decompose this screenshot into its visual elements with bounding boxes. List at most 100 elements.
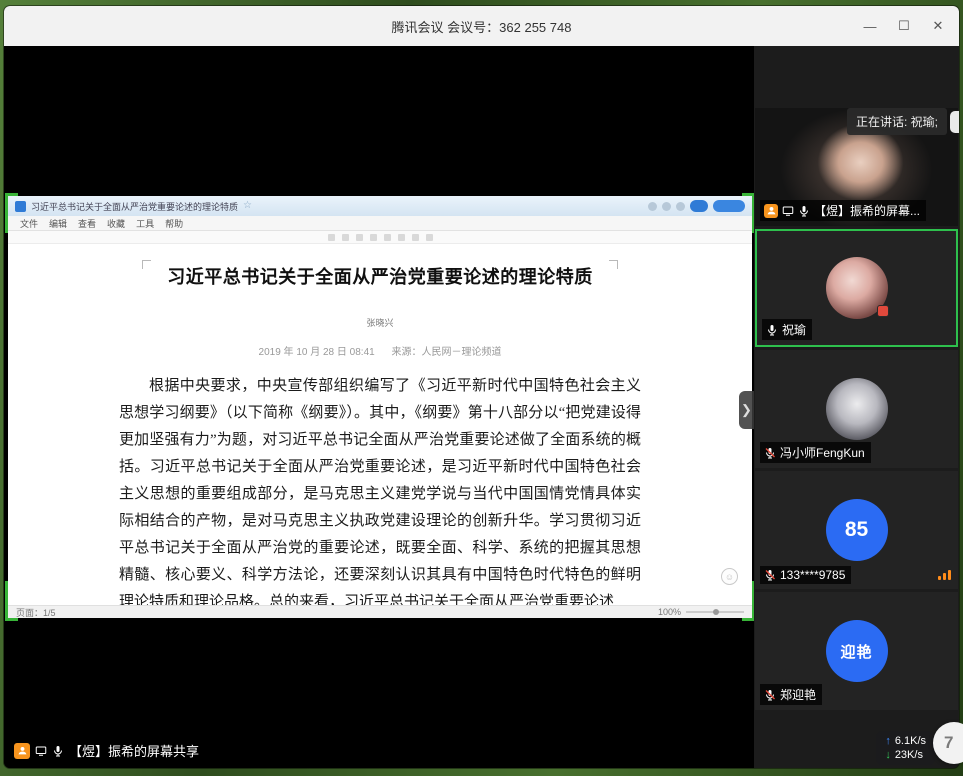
participant-avatar [826, 378, 888, 440]
mic-muted-icon [764, 447, 776, 459]
participant-tile[interactable]: 85 133****9785 [755, 471, 958, 589]
menu-item: 编辑 [49, 217, 67, 230]
zoom-controls: 100% [658, 607, 744, 617]
crop-mark [609, 260, 618, 269]
doc-source: 来源：人民网－理论频道 [391, 347, 501, 358]
window-title: 腾讯会议 会议号：362 255 748 [392, 17, 572, 36]
mic-muted-icon [764, 689, 776, 701]
network-signal-icon [938, 570, 951, 580]
screenshare-icon [35, 745, 47, 757]
participant-name-label: 冯小师FengKun [760, 442, 871, 463]
participant-name: 冯小师FengKun [780, 444, 865, 461]
remote-format-toolbar [8, 231, 752, 244]
capture-corner-bracket [5, 193, 18, 233]
browser-extension-icon [676, 202, 685, 211]
close-button[interactable]: ✕ [921, 6, 955, 46]
menu-item: 文件 [20, 217, 38, 230]
crop-mark [142, 260, 151, 269]
panel-spacer [754, 46, 959, 108]
upload-arrow-icon: ↑ [885, 736, 891, 747]
toolbar-icon [412, 234, 419, 241]
doc-body-text: 根据中央要求，中央宣传部组织编写了《习近平新时代中国特色社会主义思想学习纲要》（… [119, 373, 641, 605]
avatar-initials: 迎艳 [840, 641, 872, 662]
camera-off-indicator-icon [877, 305, 889, 317]
panel-collapse-button[interactable]: ❯ [739, 391, 754, 429]
participant-tile[interactable]: 迎艳 郑迎艳 [755, 592, 958, 710]
browser-extension-icon [648, 202, 657, 211]
document-content: 习近平总书记关于全面从严治党重要论述的理论特质 张晓兴 2019 年 10 月 … [119, 244, 641, 605]
participant-name-label: 133****9785 [760, 566, 851, 584]
upload-stat: ↑ 6.1K/s [885, 735, 926, 747]
toolbar-icon [398, 234, 405, 241]
participant-name: 133****9785 [780, 568, 845, 582]
participant-tile[interactable]: 祝瑜 [755, 229, 958, 347]
participant-name: 郑迎艳 [780, 686, 816, 703]
participant-name-label: 祝瑜 [762, 319, 812, 340]
doc-date: 2019 年 10 月 28 日 08:41 [259, 347, 375, 358]
zoom-level: 100% [658, 607, 681, 617]
remote-statusbar: 页面：1/5 100% [8, 605, 752, 618]
browser-action-button [690, 200, 708, 212]
speaking-tooltip: 正在讲话: 祝瑜; [847, 108, 947, 135]
tooltip-edge-pill[interactable] [950, 111, 959, 133]
main-area: 习近平总书记关于全面从严治党重要论述的理论特质 ☆ 文件 编辑 查看 收藏 工具… [4, 46, 959, 768]
participant-tile[interactable]: 冯小师FengKun [755, 350, 958, 468]
page-indicator: 页面：1/5 [16, 606, 56, 619]
screenshare-icon [782, 205, 794, 217]
maximize-button[interactable]: ☐ [887, 6, 921, 46]
browser-action-button [713, 200, 745, 212]
browser-tab-title: 习近平总书记关于全面从严治党重要论述的理论特质 [31, 200, 238, 213]
doc-author: 张晓兴 [119, 316, 641, 329]
zoom-slider-knob [713, 609, 719, 615]
upload-speed: 6.1K/s [895, 735, 926, 747]
screen-share-stage: 习近平总书记关于全面从严治党重要论述的理论特质 ☆ 文件 编辑 查看 收藏 工具… [4, 46, 754, 768]
minimize-button[interactable]: — [853, 6, 887, 46]
mic-icon [766, 324, 778, 336]
toolbar-icon [328, 234, 335, 241]
participant-avatar [826, 257, 888, 319]
badge-count: 7 [944, 733, 953, 753]
toolbar-icon [356, 234, 363, 241]
menu-item: 帮助 [165, 217, 183, 230]
meeting-window: 腾讯会议 会议号：362 255 748 — ☐ ✕ 习近平总书记关于全面从严治… [4, 6, 959, 768]
toolbar-icon [370, 234, 377, 241]
participant-name-label: 郑迎艳 [760, 684, 822, 705]
chevron-right-icon: ❯ [741, 402, 752, 418]
participant-name: 祝瑜 [782, 321, 806, 338]
doc-title: 习近平总书记关于全面从严治党重要论述的理论特质 [119, 264, 641, 290]
titlebar[interactable]: 腾讯会议 会议号：362 255 748 — ☐ ✕ [4, 6, 959, 46]
remote-menu-bar: 文件 编辑 查看 收藏 工具 帮助 [8, 216, 752, 231]
network-stats: ↑ 6.1K/s ↓ 23K/s [876, 731, 935, 765]
avatar-initials: 85 [845, 518, 868, 542]
document-page: 习近平总书记关于全面从严治党重要论述的理论特质 张晓兴 2019 年 10 月 … [8, 244, 752, 605]
mic-icon [52, 745, 64, 757]
shared-screen: 习近平总书记关于全面从严治党重要论述的理论特质 ☆ 文件 编辑 查看 收藏 工具… [8, 196, 752, 618]
presenter-badge-icon [764, 204, 778, 218]
toolbar-icon [426, 234, 433, 241]
download-arrow-icon: ↓ [885, 750, 891, 761]
participant-avatar: 85 [826, 499, 888, 561]
participants-panel: 正在讲话: 祝瑜; 【煜】振希的屏幕... [754, 46, 959, 768]
bookmark-star-icon: ☆ [243, 201, 252, 211]
zoom-slider [686, 611, 744, 613]
remote-browser-tab-bar: 习近平总书记关于全面从严治党重要论述的理论特质 ☆ [8, 196, 752, 216]
caption-text: 【煜】振希的屏幕共享 [69, 741, 199, 760]
participant-avatar: 迎艳 [826, 620, 888, 682]
participant-name-label: 【煜】振希的屏幕... [760, 200, 926, 221]
presenter-badge-icon [14, 743, 30, 759]
mic-muted-icon [764, 569, 776, 581]
window-controls: — ☐ ✕ [853, 6, 955, 46]
doc-float-widget-icon: ☺ [721, 568, 738, 585]
menu-item: 工具 [136, 217, 154, 230]
download-stat: ↓ 23K/s [885, 749, 926, 761]
mic-icon [798, 205, 810, 217]
participant-name: 【煜】振希的屏幕... [814, 202, 920, 219]
doc-dateline: 2019 年 10 月 28 日 08:41 来源：人民网－理论频道 [119, 343, 641, 358]
download-speed: 23K/s [895, 749, 923, 761]
toolbar-icon [384, 234, 391, 241]
screen-share-caption: 【煜】振希的屏幕共享 [14, 741, 199, 760]
browser-extension-icon [662, 202, 671, 211]
capture-corner-bracket [5, 581, 18, 621]
menu-item: 收藏 [107, 217, 125, 230]
menu-item: 查看 [78, 217, 96, 230]
